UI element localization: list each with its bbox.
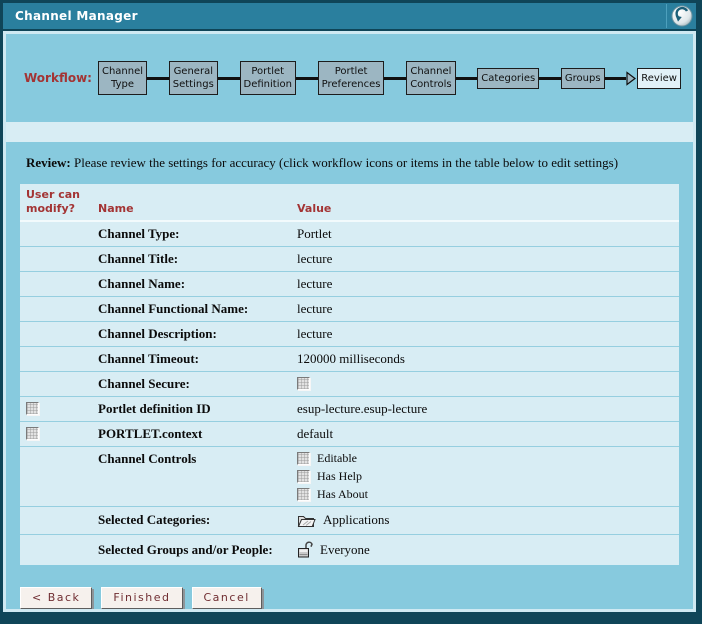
return-arrow-icon	[671, 5, 693, 27]
setting-name: Selected Categories:	[98, 512, 297, 528]
open-lock-icon	[297, 540, 313, 559]
workflow-connector	[296, 77, 318, 80]
table-row[interactable]: Channel Description: lecture	[20, 322, 679, 347]
setting-value: 120000 milliseconds	[297, 351, 679, 367]
has-about-checkbox[interactable]	[297, 488, 310, 501]
workflow-arrow-icon	[626, 71, 636, 86]
table-row[interactable]: Channel Timeout: 120000 milliseconds	[20, 347, 679, 372]
workflow-connector	[384, 77, 406, 80]
user-can-modify-checkbox[interactable]	[26, 427, 39, 440]
setting-name: Channel Name:	[98, 276, 297, 292]
channel-secure-checkbox[interactable]	[297, 377, 310, 390]
setting-name: Channel Functional Name:	[98, 301, 297, 317]
setting-value: lecture	[297, 326, 679, 342]
table-row[interactable]: Portlet definition ID esup-lecture.esup-…	[20, 397, 679, 422]
wizard-buttons: < Back Finished Cancel	[20, 587, 693, 609]
workflow-connector	[147, 77, 169, 80]
table-row[interactable]: Channel Title: lecture	[20, 247, 679, 272]
workflow-connector	[218, 77, 240, 80]
focus-channel-button[interactable]	[666, 4, 696, 28]
column-header-name: Name	[98, 202, 297, 216]
has-help-checkbox[interactable]	[297, 470, 310, 483]
setting-value: esup-lecture.esup-lecture	[297, 401, 679, 417]
workflow-connector	[456, 77, 478, 80]
setting-name: Selected Groups and/or People:	[98, 542, 297, 558]
control-label: Editable	[317, 451, 357, 466]
setting-name: Channel Timeout:	[98, 351, 297, 367]
workflow-step-groups[interactable]: Groups	[561, 68, 605, 89]
editable-checkbox[interactable]	[297, 452, 310, 465]
table-row[interactable]: Selected Categories: Applications	[20, 507, 679, 535]
setting-value: default	[297, 426, 679, 442]
workflow-step-categories[interactable]: Categories	[477, 68, 539, 89]
workflow-bar: Workflow: Channel Type General Settings …	[6, 34, 693, 122]
workflow-connector	[605, 77, 627, 80]
setting-name: Channel Controls	[98, 451, 297, 467]
content-area: Workflow: Channel Type General Settings …	[3, 31, 696, 612]
table-row[interactable]: Channel Functional Name: lecture	[20, 297, 679, 322]
setting-value: lecture	[297, 301, 679, 317]
workflow-step-general-settings[interactable]: General Settings	[169, 61, 218, 95]
setting-name: PORTLET.context	[98, 426, 297, 442]
table-row[interactable]: Channel Name: lecture	[20, 272, 679, 297]
title-bar: Channel Manager	[3, 3, 696, 29]
table-header-row: User can modify? Name Value	[20, 184, 679, 222]
setting-name: Channel Secure:	[98, 376, 297, 392]
workflow-step-portlet-definition[interactable]: Portlet Definition	[240, 61, 296, 95]
table-row[interactable]: Channel Type: Portlet	[20, 222, 679, 247]
column-header-user-can-modify: User can modify?	[26, 188, 98, 216]
channel-manager-window: Channel Manager Workflow: Chann	[0, 0, 702, 624]
review-instructions: Review: Please review the settings for a…	[6, 142, 693, 182]
workflow-step-portlet-preferences[interactable]: Portlet Preferences	[318, 61, 385, 95]
workflow-steps: Channel Type General Settings Portlet De…	[98, 61, 681, 95]
setting-value: lecture	[297, 276, 679, 292]
setting-value: Applications	[323, 512, 389, 528]
column-header-value: Value	[297, 202, 679, 216]
setting-value: lecture	[297, 251, 679, 267]
window-title: Channel Manager	[15, 9, 138, 23]
finished-button[interactable]: Finished	[101, 587, 182, 609]
setting-name: Channel Description:	[98, 326, 297, 342]
review-instructions-text: Please review the settings for accuracy …	[71, 155, 618, 170]
review-heading: Review:	[26, 155, 71, 170]
setting-name: Channel Title:	[98, 251, 297, 267]
table-row[interactable]: PORTLET.context default	[20, 422, 679, 447]
workflow-step-review: Review	[637, 68, 681, 89]
setting-value: Everyone	[320, 542, 370, 558]
folder-icon	[297, 513, 316, 528]
workflow-connector	[539, 77, 561, 80]
workflow-step-channel-type[interactable]: Channel Type	[98, 61, 147, 95]
user-can-modify-checkbox[interactable]	[26, 402, 39, 415]
back-button[interactable]: < Back	[20, 587, 92, 609]
setting-value: Portlet	[297, 226, 679, 242]
workflow-step-channel-controls[interactable]: Channel Controls	[406, 61, 455, 95]
table-row[interactable]: Selected Groups and/or People: Everyone	[20, 535, 679, 565]
section-divider	[6, 122, 693, 142]
table-row[interactable]: Channel Controls Editable Has Help Has A…	[20, 447, 679, 507]
settings-table: User can modify? Name Value Channel Type…	[20, 184, 679, 565]
control-label: Has Help	[317, 469, 362, 484]
workflow-label: Workflow:	[24, 71, 92, 85]
setting-name: Portlet definition ID	[98, 401, 297, 417]
cancel-button[interactable]: Cancel	[192, 587, 262, 609]
table-row[interactable]: Channel Secure:	[20, 372, 679, 397]
control-label: Has About	[317, 487, 368, 502]
setting-name: Channel Type:	[98, 226, 297, 242]
